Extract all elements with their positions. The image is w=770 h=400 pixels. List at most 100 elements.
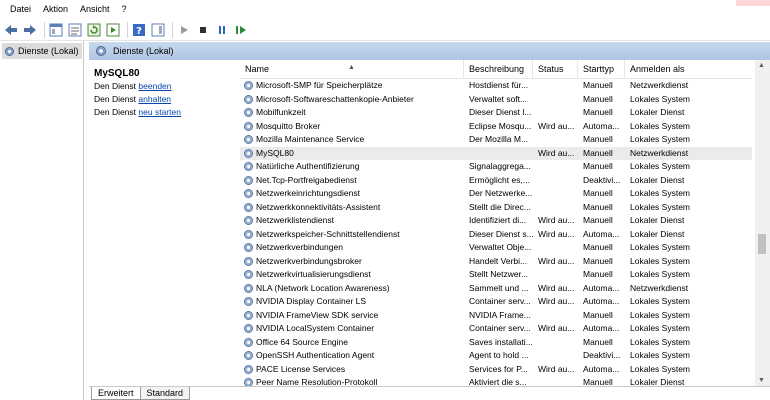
cell-starttype: Automa... [583, 323, 620, 333]
table-row[interactable]: Mobilfunkzeit Dieser Dienst l... Manuell Lo… [240, 106, 752, 120]
tab-standard[interactable]: Standard [139, 387, 191, 400]
show-hide-icon[interactable] [150, 22, 166, 38]
help-icon[interactable]: ? [131, 22, 147, 38]
cell-name: Netzwerklistendienst [256, 215, 334, 225]
close-button[interactable] [736, 0, 770, 6]
console-tree-icon[interactable] [48, 22, 64, 38]
pause-icon[interactable] [214, 22, 230, 38]
console-tree: Dienste (Lokal) [0, 41, 84, 400]
cell-status [538, 160, 578, 174]
cell-name: Natürliche Authentifizierung [256, 161, 360, 171]
column-header-status[interactable]: Status [533, 60, 578, 79]
stop-service-link[interactable]: beenden [138, 81, 171, 91]
cell-login: Lokales System [630, 255, 690, 266]
cell-description: Signalaggrega... [469, 161, 531, 171]
table-row[interactable]: Netzwerkverbindungsbroker Handelt Verbi..… [240, 255, 752, 269]
service-gear-icon [244, 310, 253, 320]
table-row[interactable]: PACE License Services Services for P... Wi… [240, 363, 752, 377]
table-row[interactable]: Netzwerkkonnektivitäts-Assistent Stellt d… [240, 201, 752, 215]
back-arrow-icon[interactable] [3, 22, 19, 38]
cell-name: Netzwerkverbindungen [256, 242, 343, 252]
service-gear-icon [244, 270, 253, 279]
table-row[interactable]: NVIDIA Display Container LS Container ser… [240, 295, 752, 309]
cell-login: Lokales System [630, 93, 690, 104]
cell-login: Lokales System [630, 269, 690, 279]
table-row[interactable]: NLA (Network Location Awareness) Sammelt … [240, 282, 752, 296]
table-row[interactable]: Netzwerkvirtualisierungsdienst Stellt Net… [240, 268, 752, 282]
table-row[interactable]: MySQL80 Wird au... Manuell Netzwerkdienst [240, 146, 752, 160]
menu-help[interactable]: ? [116, 0, 133, 19]
cell-description: Aktiviert die s... [469, 377, 527, 386]
tab-extended[interactable]: Erweitert [91, 387, 141, 400]
cell-description: Der Mozilla M... [469, 134, 529, 144]
stop-icon[interactable] [195, 22, 211, 38]
cell-starttype: Manuell [583, 377, 613, 386]
properties-icon[interactable] [67, 22, 83, 38]
table-row[interactable]: OpenSSH Authentication Agent Agent to hol… [240, 349, 752, 363]
column-header-starttype[interactable]: Starttyp [578, 60, 625, 79]
cell-login: Lokales System [630, 323, 690, 333]
cell-status: Wird au... [538, 323, 575, 333]
table-row[interactable]: Mozilla Maintenance Service Der Mozilla M… [240, 133, 752, 147]
column-header-description[interactable]: Beschreibung [464, 60, 533, 79]
cell-login: Lokales System [630, 201, 690, 212]
table-row[interactable]: Netzwerkspeicher-Schnittstellendienst Die… [240, 228, 752, 242]
pause-service-link[interactable]: anhalten [138, 94, 171, 104]
service-gear-icon [244, 94, 253, 104]
table-row[interactable]: Microsoft-SMP für Speicherplätze Hostdien… [240, 79, 752, 93]
column-header-login[interactable]: Anmelden als [625, 60, 752, 79]
table-row[interactable]: Mosquitto Broker Eclipse Mosqu... Wird au.… [240, 120, 752, 134]
column-header-name[interactable]: ▲ Name [240, 60, 464, 79]
cell-description: Eclipse Mosqu... [469, 120, 532, 131]
menu-aktion[interactable]: Aktion [37, 0, 74, 19]
service-gear-icon [244, 175, 253, 185]
menu-datei[interactable]: Datei [4, 0, 37, 19]
scroll-up-icon[interactable]: ▲ [758, 62, 765, 69]
table-row[interactable]: Net.Tcp-Portfreigabedienst Ermöglicht es,… [240, 174, 752, 188]
table-row[interactable]: NVIDIA FrameView SDK service NVIDIA Frame… [240, 309, 752, 323]
cell-status [538, 241, 578, 255]
cell-status [538, 268, 578, 282]
cell-name: Netzwerkkonnektivitäts-Assistent [256, 201, 381, 212]
cell-starttype: Manuell [583, 201, 613, 212]
restart-service-link[interactable]: neu starten [138, 107, 181, 117]
desc-restart-line: Den Dienst neu starten [94, 107, 232, 118]
table-row[interactable]: Netzwerkeinrichtungsdienst Der Netzwerke.… [240, 187, 752, 201]
cell-status: Wird au... [538, 363, 575, 374]
cell-status [538, 336, 578, 350]
cell-description: Container serv... [469, 323, 531, 333]
table-row[interactable]: Microsoft-Softwareschattenkopie-Anbieter… [240, 93, 752, 107]
vertical-scrollbar[interactable]: ▲ ▼ [755, 60, 770, 386]
view-tabs: Erweitert Standard [89, 386, 770, 400]
table-row[interactable]: Peer Name Resolution-Protokoll Aktiviert … [240, 376, 752, 386]
scroll-down-icon[interactable]: ▼ [758, 377, 765, 384]
table-row[interactable]: NVIDIA LocalSystem Container Container se… [240, 322, 752, 336]
cell-status: Wird au... [538, 215, 575, 225]
restart-icon[interactable] [233, 22, 249, 38]
table-row[interactable]: Office 64 Source Engine Saves installati.… [240, 336, 752, 350]
cell-status: Wird au... [538, 296, 575, 306]
export-list-icon[interactable] [105, 22, 121, 38]
cell-starttype: Manuell [583, 80, 613, 90]
table-row[interactable]: Natürliche Authentifizierung Signalaggreg… [240, 160, 752, 174]
pane-header: Dienste (Lokal) [89, 42, 770, 60]
cell-login: Netzwerkdienst [630, 147, 689, 158]
tree-node-services[interactable]: Dienste (Lokal) [2, 43, 82, 59]
cell-status [538, 201, 578, 215]
scroll-thumb[interactable] [758, 234, 766, 254]
cell-name: NLA (Network Location Awareness) [256, 282, 390, 293]
menu-ansicht[interactable]: Ansicht [74, 0, 116, 19]
desc-restart-prefix: Den Dienst [94, 107, 139, 117]
cell-status: Wird au... [538, 255, 575, 266]
table-row[interactable]: Netzwerkverbindungen Verwaltet Obje... Man… [240, 241, 752, 255]
refresh-icon[interactable] [86, 22, 102, 38]
cell-starttype: Manuell [583, 188, 613, 198]
service-gear-icon [244, 378, 253, 386]
play-icon[interactable] [176, 22, 192, 38]
tree-node-label: Dienste (Lokal) [18, 46, 79, 56]
service-gear-icon [244, 256, 253, 266]
service-gear-icon [244, 297, 253, 306]
forward-arrow-icon[interactable] [22, 22, 38, 38]
table-row[interactable]: Netzwerklistendienst Identifiziert di... W… [240, 214, 752, 228]
cell-name: NVIDIA FrameView SDK service [256, 309, 379, 320]
